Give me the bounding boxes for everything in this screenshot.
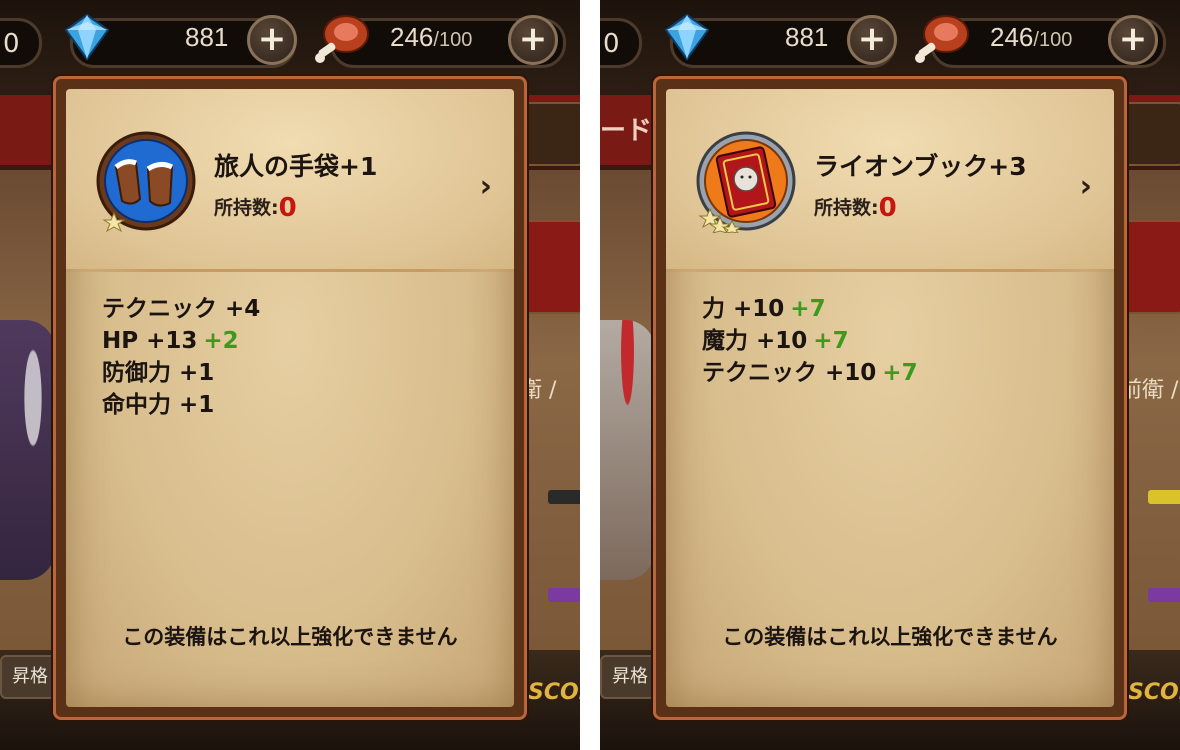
add-gems-button[interactable]: +: [847, 15, 897, 65]
owned-label: 所持数:: [214, 197, 279, 219]
stat-label: 命中力 +1: [102, 392, 215, 418]
max-enhance-message: この装備はこれ以上強化できません: [722, 625, 1058, 649]
stat-label: テクニック +10: [702, 360, 877, 386]
left-value: 0: [603, 29, 620, 59]
character-portrait: [600, 320, 655, 580]
side-banner: [1122, 220, 1180, 314]
gloves-icon: [96, 131, 196, 233]
stat-list: 力 +10 +7 魔力 +10 +7 テクニック +10 +7: [702, 293, 918, 389]
score-label: SCOR: [1128, 680, 1180, 705]
stat-bar: [548, 490, 580, 504]
add-gems-button[interactable]: +: [247, 15, 297, 65]
position-label: 前衛 /: [1120, 378, 1179, 403]
screen-lion-book: ード 前衛 / 昇格 SCOR 0 881 + 246/100 +: [600, 0, 1180, 750]
promote-button[interactable]: 昇格: [0, 655, 60, 699]
stat-list: テクニック +4 HP +13 +2 防御力 +1 命中力 +1: [102, 293, 266, 421]
gem-icon: [664, 13, 710, 61]
promote-button[interactable]: 昇格: [600, 655, 660, 699]
stat-row: 命中力 +1: [102, 389, 266, 421]
stat-bar: [1148, 588, 1180, 602]
side-tab-button[interactable]: [522, 102, 580, 166]
stat-row: HP +13 +2: [102, 325, 266, 357]
stamina-max: /100: [433, 29, 473, 51]
character-portrait: [0, 320, 55, 580]
currency-pill: 0: [600, 18, 642, 68]
stat-bonus: +7: [813, 328, 849, 354]
gem-count: 881: [185, 22, 229, 52]
add-stamina-button[interactable]: +: [1108, 15, 1158, 65]
equipment-detail-card: 旅人の手袋+1 所持数:0 › テクニック +4 HP +13 +2 防御力 +1…: [53, 76, 527, 720]
owned-count: 所持数:0: [214, 193, 297, 223]
currency-bar: 0 881 + 246/100 +: [600, 12, 1180, 70]
stat-row: 防御力 +1: [102, 357, 266, 389]
stat-row: 魔力 +10 +7: [702, 325, 918, 357]
left-value: 0: [3, 29, 20, 59]
stat-bonus: +2: [203, 328, 239, 354]
stamina-current: 246: [990, 22, 1034, 52]
divider: [66, 269, 514, 272]
stat-label: テクニック +4: [102, 296, 261, 322]
add-stamina-button[interactable]: +: [508, 15, 558, 65]
gem-count: 881: [785, 22, 829, 52]
side-tab-button[interactable]: [1122, 102, 1180, 166]
owned-count: 所持数:0: [814, 193, 897, 223]
stat-label: HP +13: [102, 328, 198, 354]
stat-row: 力 +10 +7: [702, 293, 918, 325]
red-tab-label: ード: [600, 116, 653, 146]
meat-icon: [315, 15, 369, 63]
stat-row: テクニック +4: [102, 293, 266, 325]
item-name: 旅人の手袋+1: [214, 152, 378, 181]
max-enhance-message: この装備はこれ以上強化できません: [122, 625, 458, 649]
stamina-value: 246/100: [990, 22, 1072, 53]
meat-icon: [915, 15, 969, 63]
score-label: SCOR: [528, 680, 580, 705]
stamina-max: /100: [1033, 29, 1073, 51]
owned-number: 0: [278, 193, 297, 223]
stat-label: 力 +10: [702, 296, 785, 322]
stamina-value: 246/100: [390, 22, 472, 53]
owned-label: 所持数:: [814, 197, 879, 219]
stat-bonus: +7: [882, 360, 918, 386]
item-name: ライオンブック+3: [814, 152, 1027, 181]
stat-bar: [1148, 490, 1180, 504]
stat-bonus: +7: [790, 296, 826, 322]
currency-pill: 0: [0, 18, 42, 68]
stat-label: 魔力 +10: [702, 328, 808, 354]
stat-row: テクニック +10 +7: [702, 357, 918, 389]
parchment: ライオンブック+3 所持数:0 › 力 +10 +7 魔力 +10 +7 テクニック…: [666, 89, 1114, 707]
screen-gloves: 衛 / 昇格 SCOR 0 881 + 246/100 +: [0, 0, 580, 750]
stat-bar: [548, 588, 580, 602]
lion-book-icon: [696, 131, 796, 233]
stamina-current: 246: [390, 22, 434, 52]
equipment-detail-card: ライオンブック+3 所持数:0 › 力 +10 +7 魔力 +10 +7 テクニック…: [653, 76, 1127, 720]
currency-bar: 0 881 + 246/100 +: [0, 12, 580, 70]
parchment: 旅人の手袋+1 所持数:0 › テクニック +4 HP +13 +2 防御力 +1…: [66, 89, 514, 707]
divider: [666, 269, 1114, 272]
side-banner: [522, 220, 580, 314]
owned-number: 0: [878, 193, 897, 223]
next-arrow-icon[interactable]: ›: [1080, 169, 1092, 204]
next-arrow-icon[interactable]: ›: [480, 169, 492, 204]
stat-label: 防御力 +1: [102, 360, 215, 386]
gem-icon: [64, 13, 110, 61]
